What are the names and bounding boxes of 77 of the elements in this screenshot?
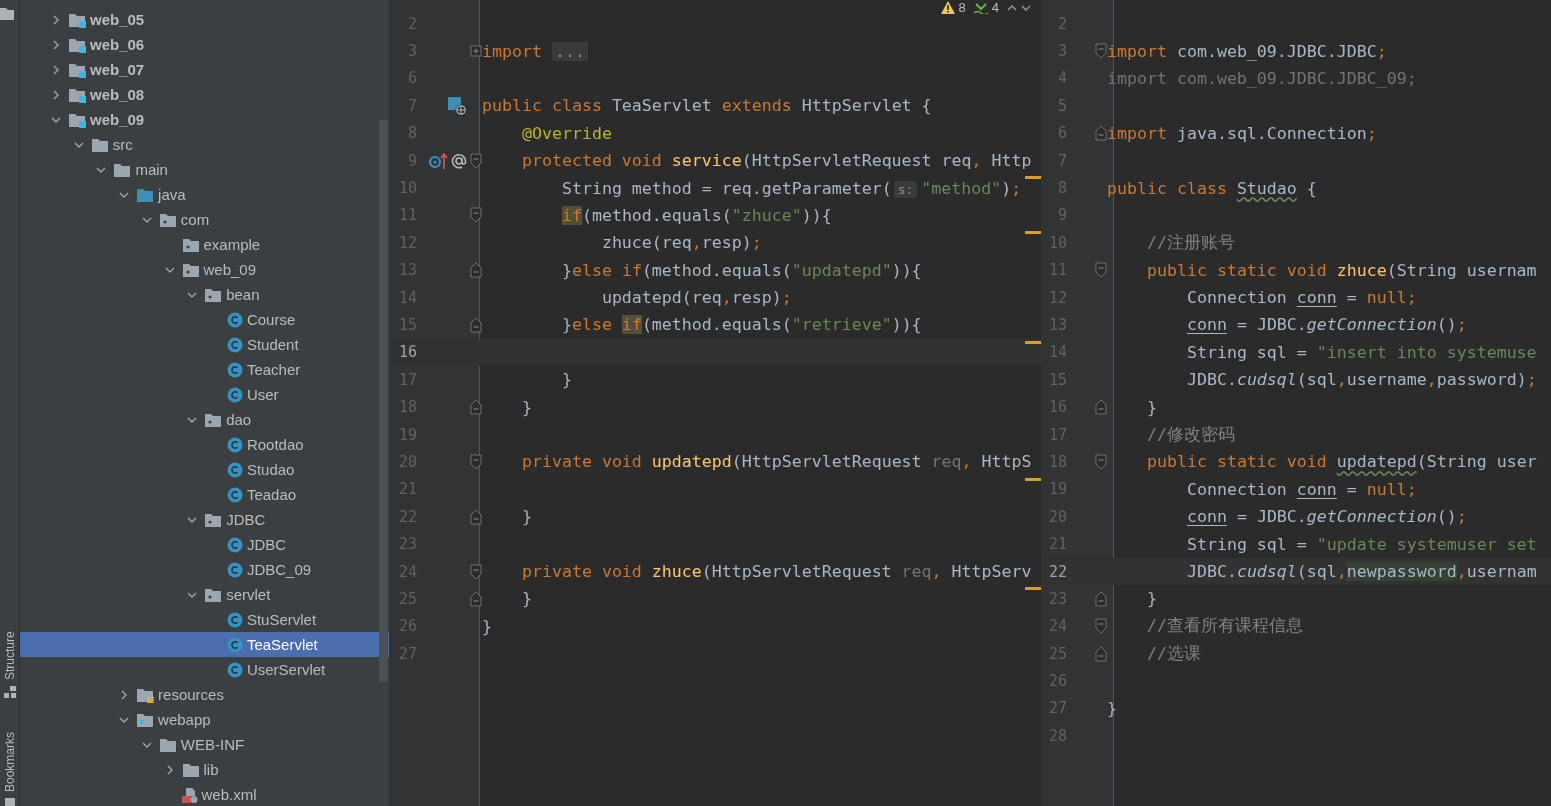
tree-item-label[interactable]: Teadao — [246, 486, 297, 503]
code-line: public static void zhuce(String usernam — [1145, 260, 1537, 280]
code-line: } — [1145, 397, 1157, 417]
code-line: updatepd(req,resp); — [600, 288, 792, 308]
tree-item-label[interactable]: example — [203, 236, 261, 253]
tree-item-label[interactable]: webapp — [158, 711, 211, 728]
code-line: //注册账号 — [1145, 231, 1235, 254]
code-line: }else if(method.equals("updatepd")){ — [560, 260, 922, 280]
tree-item-label[interactable]: com — [180, 211, 210, 228]
tree-item-label[interactable]: web_08 — [90, 86, 145, 103]
code-line: } — [1107, 698, 1117, 718]
tree-item-label[interactable]: web_05 — [90, 11, 145, 28]
code-line: //选课 — [1145, 642, 1201, 665]
code-line: import ... — [482, 41, 588, 61]
code-line: public class Studao { — [1107, 178, 1317, 198]
tree-item-label[interactable]: dao — [226, 411, 252, 428]
tree-item-label[interactable]: java — [158, 186, 186, 203]
bookmarks-tab[interactable]: Bookmarks — [2, 720, 17, 792]
tree-item-label[interactable]: bean — [226, 286, 260, 303]
weak-warning-count[interactable]: 4 — [991, 0, 999, 15]
structure-tab[interactable]: Structure — [2, 616, 17, 680]
tree-item-label[interactable]: web_09 — [90, 111, 145, 128]
tree-item-label[interactable]: JDBC_09 — [246, 561, 312, 578]
code-line: conn = JDBC.getConnection(); — [1185, 315, 1467, 335]
tree-item-label[interactable]: Studao — [246, 461, 295, 478]
tree-item-label[interactable]: UserServlet — [246, 661, 326, 678]
code-line: Connection conn = null; — [1185, 479, 1417, 499]
tree-item-label[interactable]: resources — [158, 686, 224, 703]
code-line: } — [1145, 589, 1157, 609]
selected-row-highlight[interactable]: TeaServlet — [20, 632, 389, 657]
tree-item-label[interactable]: main — [135, 161, 168, 178]
code-line: public static void updatepd(String user — [1145, 452, 1537, 472]
tree-item-label[interactable]: Student — [246, 336, 299, 353]
tree-item-label[interactable]: WEB-INF — [180, 736, 245, 753]
code-line: //查看所有课程信息 — [1145, 615, 1303, 638]
code-line: } — [520, 397, 532, 417]
code-line: JDBC.cudsql(sql,newpassword,usernam — [1185, 562, 1537, 581]
code-line: String method = req.getParameter( s: "method"); — [560, 178, 1022, 198]
code-line: private void zhuce(HttpServletRequest req, HttpServ — [520, 562, 1032, 581]
tree-item-label[interactable]: User — [246, 386, 279, 403]
tree-item-label[interactable]: servlet — [226, 586, 271, 603]
tree-item-label[interactable]: lib — [203, 761, 219, 778]
code-line: import java.sql.Connection; — [1107, 123, 1377, 143]
tree-item-label[interactable]: Teacher — [246, 361, 301, 378]
code-line: JDBC.cudsql(sql,username,password); — [1185, 370, 1537, 390]
code-line: protected void service(HttpServletRequest req, Http — [520, 151, 1032, 171]
code-line: } — [482, 616, 492, 636]
line-number: 22 — [1047, 562, 1067, 581]
code-line: String sql = "insert into systemuse — [1185, 342, 1537, 362]
code-line: @Override — [520, 123, 612, 143]
tree-item-label[interactable]: src — [112, 136, 133, 153]
code-line: if(method.equals("zhuce")){ — [560, 205, 832, 225]
tree-item-label[interactable]: web.xml — [201, 786, 257, 803]
tree-item-label[interactable]: Rootdao — [246, 436, 304, 453]
tree-item-label[interactable]: Course — [246, 311, 296, 328]
warning-count[interactable]: 8 — [958, 0, 966, 15]
code-line: } — [560, 370, 572, 390]
code-line: } — [520, 507, 532, 527]
tree-item-label[interactable]: TeaServlet — [246, 636, 318, 653]
code-line: public class TeaServlet extends HttpServlet { — [482, 96, 932, 116]
tree-item-label[interactable]: StuServlet — [246, 611, 317, 628]
tree-item-label[interactable]: web_06 — [90, 36, 145, 53]
code-line: zhuce(req,resp); — [600, 233, 762, 253]
tree-item-label[interactable]: JDBC — [246, 536, 287, 553]
line-number: 16 — [397, 343, 417, 362]
tree-item-label[interactable]: JDBC — [226, 511, 266, 528]
tree-item-label[interactable]: web_09 — [203, 261, 257, 278]
code-line: //修改密码 — [1145, 423, 1235, 446]
tree-item-label[interactable]: web_07 — [90, 61, 145, 78]
code-line: import com.web_09.JDBC.JDBC_09; — [1107, 68, 1417, 88]
code-line: String sql = "update systemuser set — [1185, 534, 1537, 554]
code-line: private void updatepd(HttpServletRequest req, HttpS — [520, 452, 1032, 472]
code-line: Connection conn = null; — [1185, 288, 1417, 308]
code-line: } — [520, 589, 532, 609]
code-line: conn = JDBC.getConnection(); — [1185, 507, 1467, 527]
code-line: import com.web_09.JDBC.JDBC; — [1107, 41, 1387, 61]
code-line: }else if(method.equals("retrieve")){ — [560, 315, 922, 335]
